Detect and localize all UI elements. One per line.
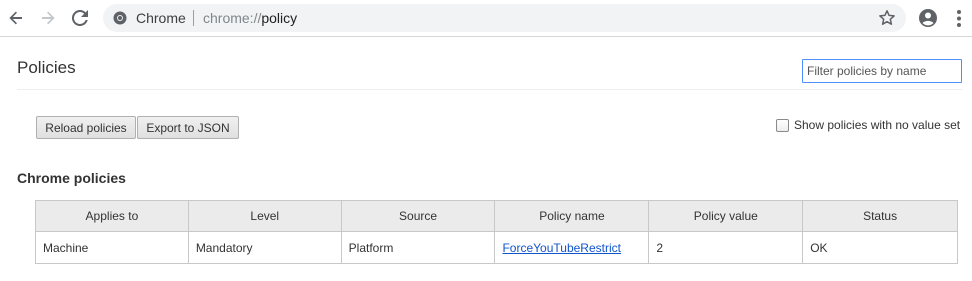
header-divider xyxy=(17,89,962,90)
section-title: Chrome policies xyxy=(17,170,126,186)
show-unset-checkbox[interactable] xyxy=(776,118,789,132)
arrow-forward-icon[interactable] xyxy=(36,6,60,30)
column-header: Policy name xyxy=(494,200,650,232)
omnibox[interactable]: Chrome chrome://policy xyxy=(103,4,906,32)
filter-input[interactable] xyxy=(802,59,962,83)
level-cell: Mandatory xyxy=(187,231,342,264)
show-unset-label: Show policies with no value set xyxy=(794,118,961,132)
reload-icon[interactable] xyxy=(68,6,92,30)
policy-name-link[interactable]: ForceYouTubeRestrict xyxy=(502,241,621,255)
omnibox-separator xyxy=(193,10,194,26)
status-cell: OK xyxy=(802,231,958,264)
page-title: Policies xyxy=(17,58,76,77)
table-header-row: Applies to Level Source Policy name Poli… xyxy=(35,200,958,232)
show-unset-toggle[interactable]: Show policies with no value set xyxy=(776,118,960,132)
policy-table: Applies to Level Source Policy name Poli… xyxy=(35,200,958,264)
column-header: Policy value xyxy=(648,200,804,232)
chrome-logo-icon xyxy=(113,11,127,25)
export-json-button[interactable]: Export to JSON xyxy=(137,116,239,139)
policy-value-cell: 2 xyxy=(648,231,804,264)
reload-policies-button[interactable]: Reload policies xyxy=(36,116,136,139)
account-circle-icon[interactable] xyxy=(918,8,938,28)
browser-toolbar: Chrome chrome://policy xyxy=(0,0,972,37)
url-scheme: chrome:// xyxy=(203,10,262,26)
more-vert-icon[interactable] xyxy=(952,9,966,29)
star-icon[interactable] xyxy=(878,9,896,27)
url-host: policy xyxy=(261,10,298,26)
url-text[interactable]: chrome://policy xyxy=(203,10,297,26)
policy-name-cell: ForceYouTubeRestrict xyxy=(494,231,650,264)
arrow-back-icon[interactable] xyxy=(4,6,28,30)
site-label: Chrome xyxy=(136,10,186,26)
column-header: Status xyxy=(802,200,958,232)
table-row: Machine Mandatory Platform ForceYouTubeR… xyxy=(35,231,958,264)
applies-to-cell: Machine xyxy=(35,231,189,264)
column-header: Source xyxy=(340,200,496,232)
column-header: Level xyxy=(187,200,342,232)
source-cell: Platform xyxy=(340,231,496,264)
column-header: Applies to xyxy=(35,200,189,232)
